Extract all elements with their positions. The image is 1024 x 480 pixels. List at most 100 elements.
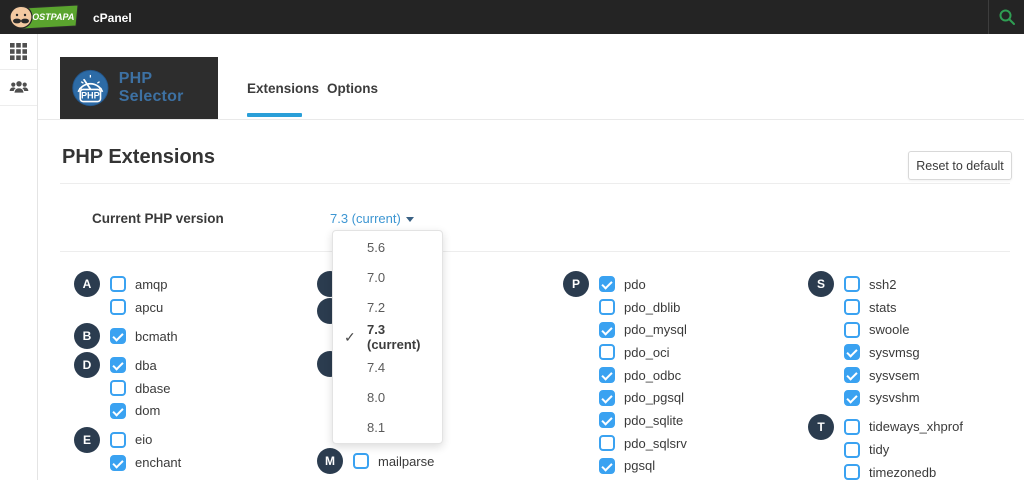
extension-checkbox[interactable] (110, 454, 126, 471)
extension-checkbox[interactable] (599, 344, 615, 361)
php-version-option[interactable]: 7.2 (333, 292, 442, 322)
letter-badge-t: T (808, 413, 834, 440)
extension-item[interactable]: swoole (844, 321, 910, 338)
php-version-dropdown-toggle[interactable]: 7.3 (current) (330, 211, 414, 226)
extension-checkbox[interactable] (844, 464, 860, 480)
extension-item[interactable]: sysvshm (844, 389, 920, 406)
extension-label: dba (135, 357, 157, 373)
extension-item[interactable]: pdo_dblib (599, 299, 680, 316)
php-version-option[interactable]: 7.4 (333, 353, 442, 383)
extension-checkbox[interactable] (844, 276, 860, 293)
extension-item[interactable]: tidy (844, 441, 889, 458)
extension-item[interactable]: pdo_oci (599, 344, 670, 361)
extension-label: tideways_xhprof (869, 419, 963, 435)
brand-text: HOSTPAPA (26, 12, 75, 22)
hostpapa-logo[interactable]: HOSTPAPA (8, 2, 80, 37)
extensions-column-2: M mailparse (317, 448, 435, 475)
extension-item[interactable]: pdo_pgsql (599, 389, 684, 406)
page-title: PHP Extensions (62, 146, 216, 168)
tab-options[interactable]: Options (327, 57, 378, 119)
extension-item[interactable]: amqp (110, 276, 168, 293)
extension-label: pdo_odbc (624, 367, 682, 383)
extension-item[interactable]: pdo_mysql (599, 321, 687, 338)
extension-checkbox[interactable] (844, 321, 860, 338)
grid-icon (10, 43, 27, 60)
reset-to-default-button[interactable]: Reset to default (908, 151, 1012, 180)
current-php-version-label: Current PHP version (92, 211, 224, 226)
extension-item[interactable]: ssh2 (844, 276, 897, 293)
extension-item[interactable]: pdo_sqlsrv (599, 435, 687, 452)
extension-checkbox[interactable] (599, 367, 615, 384)
header-divider (38, 119, 1024, 120)
app-title: PHP Selector (118, 70, 184, 105)
php-version-option[interactable]: 8.0 (333, 383, 442, 413)
search-button[interactable] (988, 0, 1024, 34)
extension-checkbox[interactable] (110, 380, 126, 397)
extension-item[interactable]: eio (110, 431, 153, 448)
php-version-option[interactable]: 5.6 (333, 232, 442, 262)
extension-checkbox[interactable] (353, 453, 369, 470)
extension-label: swoole (869, 322, 910, 338)
extension-item[interactable]: stats (844, 299, 897, 316)
extension-checkbox[interactable] (844, 441, 860, 458)
letter-badge-a: A (74, 271, 100, 298)
extension-checkbox[interactable] (844, 389, 860, 406)
section-divider (60, 251, 1010, 252)
sidebar-item-users[interactable] (0, 70, 37, 106)
extension-checkbox[interactable] (599, 412, 615, 429)
extension-label: mailparse (378, 453, 435, 469)
extension-item[interactable]: sysvsem (844, 367, 920, 384)
extension-row: pdo_sqlite (563, 409, 687, 432)
extension-item[interactable]: bcmath (110, 328, 178, 345)
extension-checkbox[interactable] (599, 457, 615, 474)
extension-row: pgsql (563, 455, 687, 478)
extension-checkbox[interactable] (844, 344, 860, 361)
extension-item[interactable]: dba (110, 357, 157, 374)
php-version-option[interactable]: 7.0 (333, 262, 442, 292)
extension-checkbox[interactable] (110, 431, 126, 448)
php-selector-logo: PHP (72, 69, 109, 107)
letter-badge-p: P (563, 271, 589, 298)
extension-checkbox[interactable] (844, 299, 860, 316)
extensions-column-3: P pdo pdo_dblib pdo_mysql pdo_oci pdo_od… (563, 271, 687, 478)
extension-checkbox[interactable] (844, 418, 860, 435)
search-icon (999, 9, 1015, 25)
extension-item[interactable]: timezonedb (844, 464, 936, 480)
extension-row: pdo_dblib (563, 296, 687, 319)
letter-badge-d: D (74, 352, 100, 379)
extension-checkbox[interactable] (110, 299, 126, 316)
extension-item[interactable]: pdo (599, 276, 646, 293)
php-version-option[interactable]: 8.1 (333, 413, 442, 443)
extension-label: pgsql (624, 458, 656, 474)
extension-checkbox[interactable] (844, 367, 860, 384)
extension-row: pdo_odbc (563, 364, 687, 387)
extension-item[interactable]: enchant (110, 454, 181, 471)
extension-item[interactable]: pdo_sqlite (599, 412, 683, 429)
extension-checkbox[interactable] (599, 321, 615, 338)
extension-checkbox[interactable] (110, 276, 126, 293)
extension-label: eio (135, 432, 153, 448)
extension-label: pdo_oci (624, 344, 670, 360)
extension-label: stats (869, 299, 897, 315)
tab-extensions[interactable]: Extensions (247, 57, 319, 119)
extension-checkbox[interactable] (599, 435, 615, 452)
extension-item[interactable]: tideways_xhprof (844, 418, 963, 435)
extension-checkbox[interactable] (599, 299, 615, 316)
extension-row: A amqp (74, 271, 181, 298)
extension-checkbox[interactable] (599, 276, 615, 293)
extension-item[interactable]: apcu (110, 299, 163, 316)
extension-item[interactable]: dom (110, 402, 160, 419)
extension-checkbox[interactable] (110, 402, 126, 419)
extension-item[interactable]: dbase (110, 380, 170, 397)
extension-checkbox[interactable] (599, 389, 615, 406)
php-version-dropdown-menu: 5.6 7.0 7.2 7.3 (current) 7.4 8.0 8.1 (332, 230, 443, 444)
sidebar-item-apps[interactable] (0, 34, 37, 70)
extension-checkbox[interactable] (110, 328, 126, 345)
extension-checkbox[interactable] (110, 357, 126, 374)
extension-item[interactable]: sysvmsg (844, 344, 920, 361)
extension-label: ssh2 (869, 276, 897, 292)
extension-item[interactable]: pgsql (599, 457, 656, 474)
php-version-option-current[interactable]: 7.3 (current) (333, 322, 442, 352)
extension-item[interactable]: pdo_odbc (599, 367, 682, 384)
extension-item[interactable]: mailparse (353, 453, 435, 470)
